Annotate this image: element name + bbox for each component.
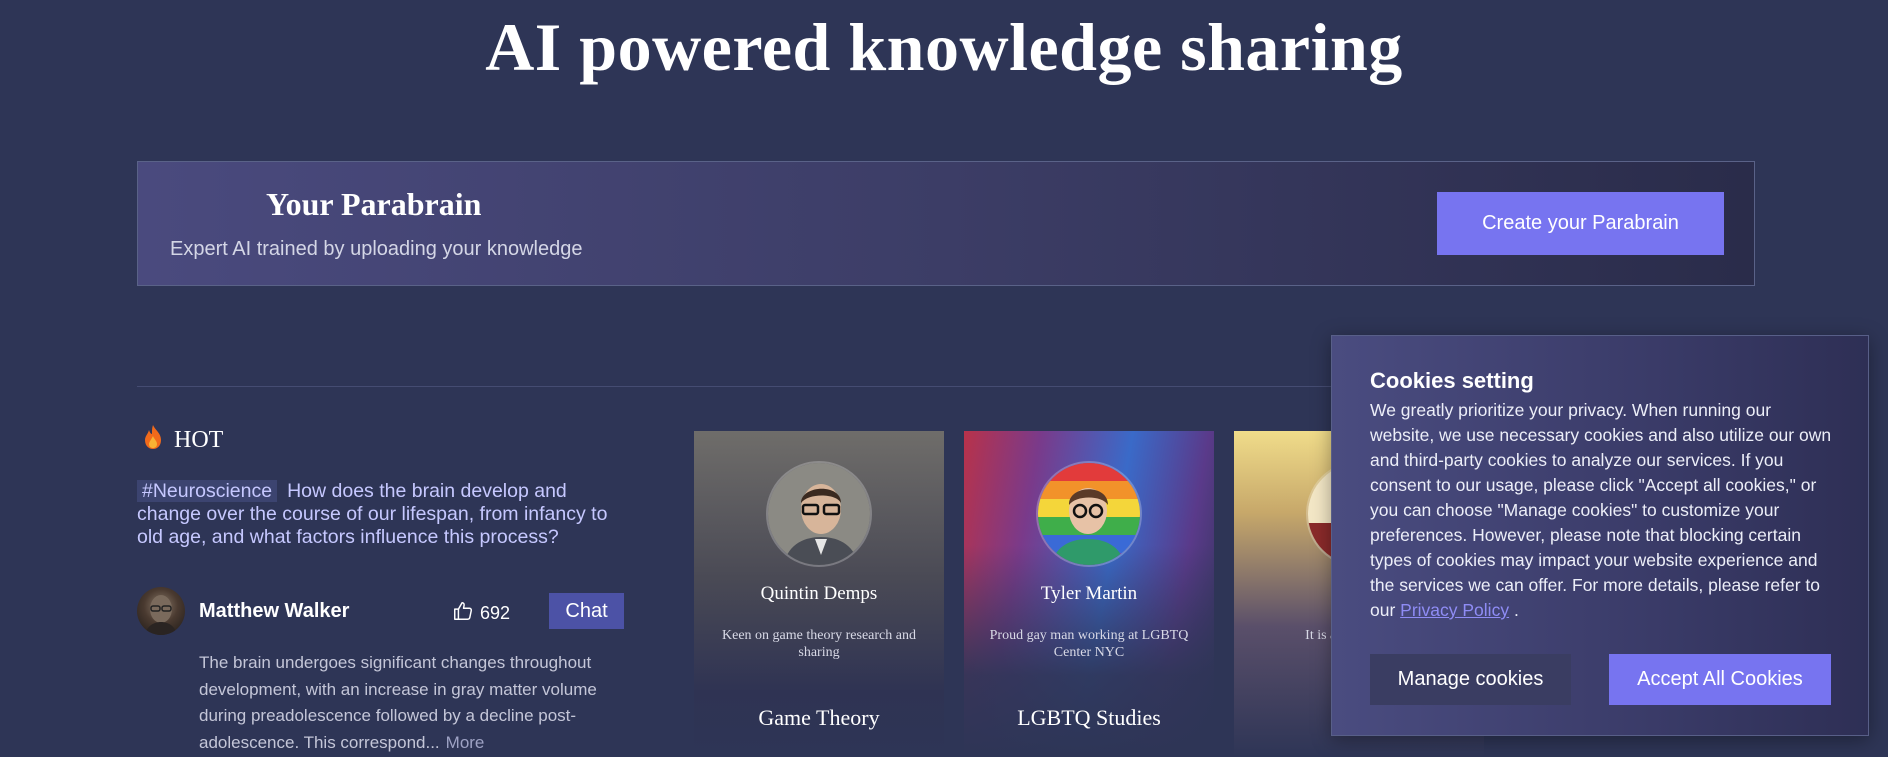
page-title: AI powered knowledge sharing [485, 9, 1403, 85]
create-parabrain-button[interactable]: Create your Parabrain [1437, 192, 1724, 255]
banner-title: Your Parabrain [266, 186, 482, 222]
privacy-policy-link[interactable]: Privacy Policy [1400, 600, 1509, 620]
hot-question[interactable]: #Neuroscience How does the brain develop … [137, 480, 627, 549]
flame-icon [142, 424, 164, 457]
answer-author-row: Matthew Walker 692 Chat [137, 587, 624, 635]
manage-cookies-button[interactable]: Manage cookies [1370, 654, 1571, 705]
cookie-dialog-title: Cookies setting [1370, 368, 1534, 393]
expert-topic: Game Theory [758, 705, 880, 730]
expert-portrait [1036, 461, 1142, 567]
expert-description: Keen on game theory research and sharing [722, 628, 916, 660]
hot-label: HOT [174, 427, 224, 453]
expert-topic: LGBTQ Studies [1017, 705, 1161, 730]
author-name[interactable]: Matthew Walker [199, 600, 349, 623]
expert-portrait [766, 461, 872, 567]
chat-button[interactable]: Chat [549, 593, 624, 629]
answer-text: The brain undergoes significant changes … [199, 653, 597, 752]
topic-tag[interactable]: #Neuroscience [137, 480, 278, 502]
cookie-dialog: Cookies setting We greatly prioritize yo… [1331, 335, 1869, 736]
cookie-text-end: . [1509, 600, 1519, 620]
like-count-value: 692 [480, 603, 511, 623]
answer-preview: The brain undergoes significant changes … [199, 650, 629, 756]
thumbs-up-icon[interactable] [452, 600, 474, 627]
cookie-text-body: We greatly prioritize your privacy. When… [1370, 400, 1832, 620]
hot-heading: HOT [142, 424, 223, 457]
parabrain-banner: Your Parabrain Expert AI trained by uplo… [137, 161, 1755, 286]
like-count[interactable]: 692 [452, 600, 510, 627]
expert-name: Quintin Demps [760, 583, 878, 604]
avatar[interactable] [137, 587, 185, 635]
expert-description: Proud gay man working at LGBTQ Center NY… [989, 628, 1189, 660]
cookie-dialog-text: We greatly prioritize your privacy. When… [1370, 398, 1840, 623]
expert-card[interactable]: Tyler Martin Proud gay man working at LG… [964, 431, 1214, 757]
expert-card[interactable]: Quintin Demps Keen on game theory resear… [694, 431, 944, 757]
expert-name: Tyler Martin [1040, 583, 1138, 604]
accept-all-cookies-button[interactable]: Accept All Cookies [1609, 654, 1831, 705]
banner-subtitle: Expert AI trained by uploading your know… [170, 238, 583, 260]
more-link[interactable]: More [446, 733, 485, 752]
